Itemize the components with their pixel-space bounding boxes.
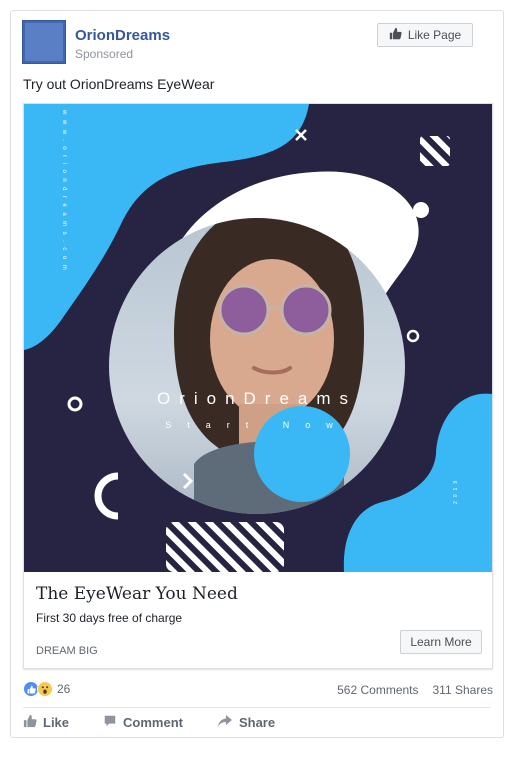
page-name-link[interactable]: OrionDreams [75,27,170,44]
reactions-summary[interactable]: 26 [23,681,70,697]
like-action-label: Like [43,715,70,730]
wow-reaction-icon [37,681,53,697]
share-action-label: Share [238,715,276,730]
ring-small [406,329,420,343]
comment-action-label: Comment [123,715,183,730]
striped-block [166,522,284,572]
sponsored-label: Sponsored [75,47,134,61]
ad-description: First 30 days free of charge [36,611,183,625]
post-actions-bar: Like Comment Share [23,714,275,731]
share-action-button[interactable]: Share [217,714,275,731]
ring-left [67,396,83,412]
comment-action-button[interactable]: Comment [103,714,183,731]
like-action-button[interactable]: Like [23,714,69,731]
dot-white [413,202,429,218]
page-avatar[interactable] [22,20,66,64]
cross-mark [295,129,307,141]
engagement-counts: 562 Comments 311 Shares [337,683,493,697]
share-arrow-icon [217,714,233,731]
avatar-image [25,23,63,61]
thumbs-up-icon [389,27,402,43]
learn-more-button[interactable]: Learn More [400,630,482,654]
comments-count-link[interactable]: 562 Comments [337,683,418,697]
ad-image[interactable]: OrionDreams Start Now www.oriondreams.co… [24,104,492,572]
post-text: Try out OrionDreams EyeWear [23,76,215,92]
actions-divider [23,707,491,708]
ad-headline[interactable]: The EyeWear You Need [36,584,238,604]
ad-attachment: OrionDreams Start Now www.oriondreams.co… [23,103,493,669]
thumbs-up-icon [23,714,37,731]
vertical-year-text: 2019 [453,477,459,504]
ad-image-sub-text: Start Now [165,420,349,430]
sponsored-post-card: OrionDreams Sponsored Like Page Try out … [10,10,504,738]
like-page-label: Like Page [407,28,462,42]
vertical-website-text: www.oriondreams.com [61,109,67,275]
striped-square-small [420,136,450,166]
reaction-count: 26 [57,682,71,696]
semicircle-arc [94,472,119,520]
ad-image-brand-text: OrionDreams [157,389,357,408]
comment-bubble-icon [103,714,117,731]
shares-count-link[interactable]: 311 Shares [433,683,494,697]
like-page-button[interactable]: Like Page [377,23,473,47]
ad-caption: DREAM BIG [36,645,98,657]
